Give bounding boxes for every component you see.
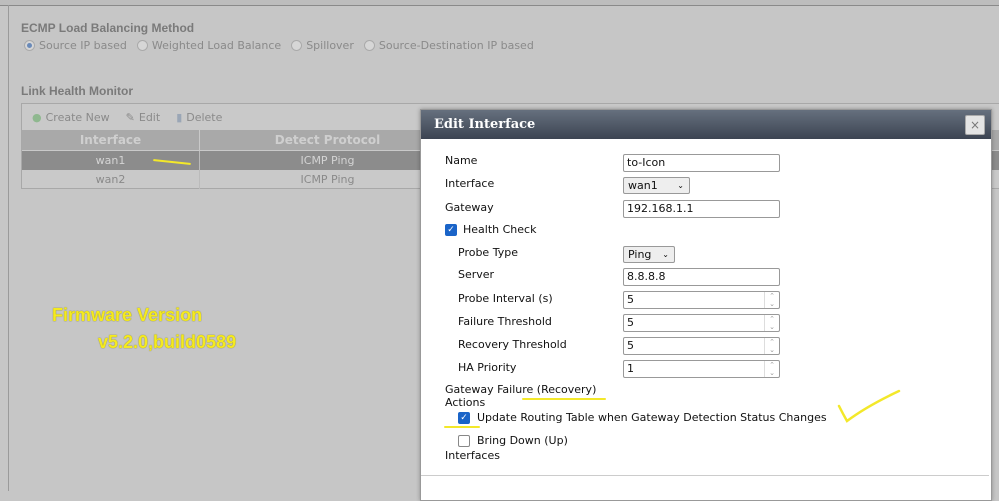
radio-source-ip[interactable] [24,40,35,51]
spinner-icon[interactable]: ⌃ ⌄ [764,361,779,377]
radio-spillover[interactable] [291,40,303,51]
radio-src-dst[interactable] [363,40,375,51]
gateway-input[interactable]: 192.168.1.1 [623,200,780,218]
pencil-icon: ✎ [125,110,135,124]
label: Health Check [463,223,537,236]
health-check-checkbox[interactable]: ✓ [445,223,457,236]
interfaces-label: Interfaces [445,449,500,462]
ecmp-options: Source IP based Weighted Load Balance Sp… [24,39,534,52]
failure-threshold-label: Failure Threshold [458,315,552,328]
update-routing-checkbox[interactable]: ✓ [458,411,470,424]
radio-label: Source IP based [39,39,127,52]
probe-interval-label: Probe Interval (s) [458,292,553,305]
label: Create New [45,110,110,124]
gateway-label: Gateway [445,201,494,214]
value: 1 [627,362,634,375]
update-routing-row[interactable]: ✓ Update Routing Table when Gateway Detec… [458,411,827,424]
lhm-title: Link Health Monitor [21,84,133,98]
chevron-down-icon: ⌄ [662,250,669,259]
cell: ICMP Ping [200,170,456,189]
value: 5 [627,339,634,352]
highlight-mark [444,426,480,428]
top-bar [0,0,999,6]
col-detect-protocol[interactable]: Detect Protocol [200,130,456,150]
bring-down-row[interactable]: Bring Down (Up) [458,434,568,447]
radio-label: Weighted Load Balance [151,39,282,52]
value: 5 [627,293,634,306]
value: 5 [627,316,634,329]
ecmp-title: ECMP Load Balancing Method [21,21,195,35]
edit-interface-dialog: Edit Interface × Name to-Icon Interface … [420,109,992,501]
interface-label: Interface [445,177,495,190]
probe-interval-input[interactable]: 5 ⌃ ⌄ [623,291,780,309]
server-label: Server [458,268,495,281]
spinner-icon[interactable]: ⌃ ⌄ [764,338,779,354]
spinner-icon[interactable]: ⌃ ⌄ [764,315,779,331]
trash-icon: ▮ [176,110,183,124]
spinner-icon[interactable]: ⌃ ⌄ [764,292,779,308]
annotation-build: v5.2.0,build0589 [98,332,237,352]
radio-weighted[interactable] [136,40,148,51]
chevron-down-icon: ⌄ [677,181,684,190]
health-check-row[interactable]: ✓ Health Check [445,223,536,236]
bring-down-checkbox[interactable] [458,434,470,447]
toolbar: ● Create New ✎ Edit ▮ Delete [22,104,232,130]
radio-label: Source-Destination IP based [378,39,534,52]
label: Delete [186,110,223,124]
edit-button[interactable]: ✎ Edit [126,111,161,124]
cell: ICMP Ping [200,151,456,170]
cell: wan2 [22,170,200,189]
divider [421,475,989,476]
value: wan1 [628,179,658,192]
probe-type-select[interactable]: Ping ⌄ [623,246,675,263]
probe-type-label: Probe Type [458,246,518,259]
value: Ping [628,248,652,261]
annotation-firmware: Firmware Version [52,305,203,325]
delete-button[interactable]: ▮ Delete [176,111,222,124]
failure-threshold-input[interactable]: 5 ⌃ ⌄ [623,314,780,332]
ha-priority-input[interactable]: 1 ⌃ ⌄ [623,360,780,378]
recovery-threshold-input[interactable]: 5 ⌃ ⌄ [623,337,780,355]
label: Update Routing Table when Gateway Detect… [477,411,827,424]
close-button[interactable]: × [965,115,985,135]
gateway-failure-label: Gateway Failure (Recovery) [445,383,597,396]
gateway-failure-label-2: Actions [445,396,486,409]
name-input[interactable]: to-Icon [623,154,780,172]
label: Edit [138,110,161,124]
col-interface[interactable]: Interface [22,130,200,150]
recovery-threshold-label: Recovery Threshold [458,338,567,351]
plus-icon: ● [32,110,42,124]
label: Bring Down (Up) [477,434,568,447]
radio-label: Spillover [306,39,354,52]
server-input[interactable]: 8.8.8.8 [623,268,780,286]
divider [8,5,9,491]
name-label: Name [445,154,478,167]
interface-select[interactable]: wan1 ⌄ [623,177,690,194]
dialog-title: Edit Interface [421,110,991,139]
checkmark-annotation [837,389,901,423]
create-new-button[interactable]: ● Create New [32,111,110,124]
ha-priority-label: HA Priority [458,361,517,374]
highlight-mark [522,398,606,400]
